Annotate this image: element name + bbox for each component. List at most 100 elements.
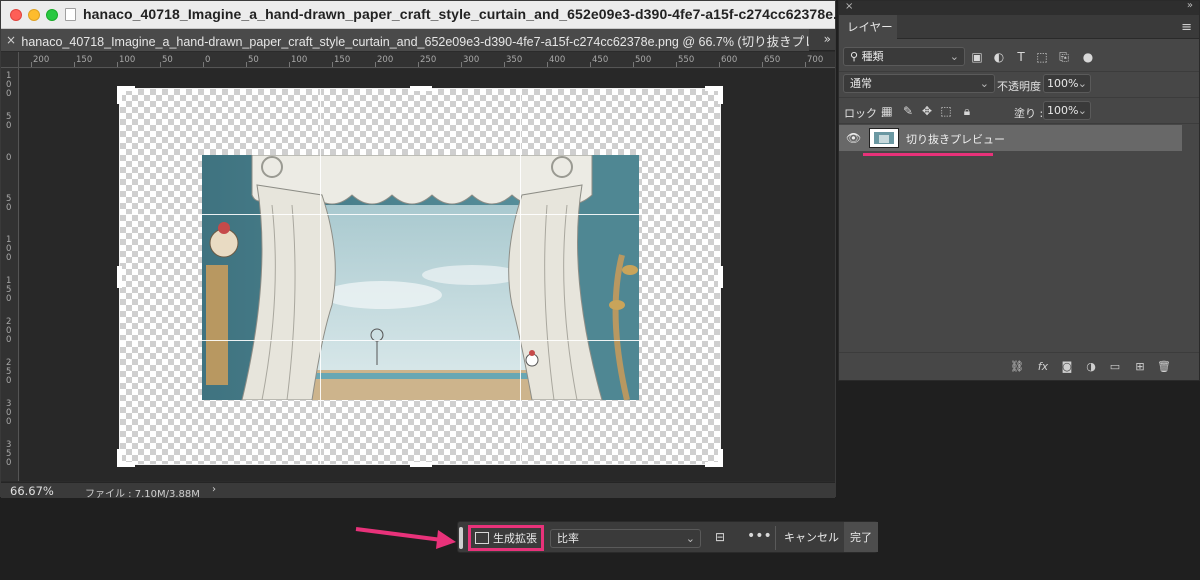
ruler-tick <box>160 62 161 67</box>
tab-close-icon[interactable]: × <box>6 33 21 47</box>
mask-icon[interactable]: ◙ <box>1060 360 1074 374</box>
ruler-origin[interactable] <box>1 52 19 68</box>
panel-collapse-icon[interactable]: » <box>1187 0 1193 11</box>
crop-handle-bottom[interactable] <box>410 462 432 467</box>
lock-all-icon[interactable]: 🔒︎ <box>960 104 974 118</box>
paper-stage-illustration <box>202 155 639 400</box>
crop-handle-bottom-right[interactable] <box>718 449 723 467</box>
smart-object-filter-icon[interactable]: ⎘ <box>1057 50 1071 64</box>
ruler-tick-label: 50 <box>162 55 173 65</box>
opacity-input[interactable]: 100% ⌄ <box>1043 74 1091 93</box>
minimize-window-icon[interactable] <box>28 9 40 21</box>
ruler-tick <box>117 62 118 67</box>
filter-toggle-icon[interactable]: ● <box>1081 50 1095 64</box>
crop-handle-right[interactable] <box>718 266 723 288</box>
title-bar[interactable]: hanaco_40718_Imagine_a_hand-drawn_paper_… <box>1 1 924 29</box>
crop-handle-top[interactable] <box>410 86 432 91</box>
zoom-level[interactable]: 66.67% <box>10 484 54 498</box>
ruler-tick-label: 100 <box>291 55 308 65</box>
layer-row[interactable]: 👁︎ 切り抜きプレビュー <box>839 125 1182 151</box>
document-tab[interactable]: × hanaco_40718_Imagine_a_hand-drawn_pape… <box>1 29 809 51</box>
lock-row: ロック : ▦ ✎ ✥ ⬚ 🔒︎ 塗り : 100% ⌄ <box>839 97 1199 123</box>
layer-kind-filter[interactable]: ⚲ 種類 ⌄ <box>843 47 965 66</box>
generative-expand-button[interactable]: 生成拡張 <box>468 525 544 551</box>
shape-filter-icon[interactable]: ⬚ <box>1035 50 1049 64</box>
ruler-tick-label: 550 <box>678 55 695 65</box>
new-layer-icon[interactable]: ⊞ <box>1133 360 1147 374</box>
chevron-down-icon: ⌄ <box>979 77 989 90</box>
ruler-tick <box>504 62 505 67</box>
ruler-tick-label: 100 <box>119 55 136 65</box>
lock-transparent-icon[interactable]: ▦ <box>880 104 894 118</box>
canvas-area[interactable] <box>20 69 835 481</box>
crop-frame[interactable] <box>117 86 723 467</box>
tab-label: hanaco_40718_Imagine_a_hand-drawn_paper_… <box>21 34 809 49</box>
eye-icon[interactable]: 👁︎ <box>846 131 861 145</box>
done-button[interactable]: 完了 <box>844 522 878 552</box>
close-window-icon[interactable] <box>10 9 22 21</box>
adjustment-filter-icon[interactable]: ◐ <box>992 50 1006 64</box>
chevron-down-icon[interactable]: ⌄ <box>1078 75 1087 92</box>
search-icon: ⚲ <box>850 50 862 63</box>
layer-list: 👁︎ 切り抜きプレビュー <box>839 123 1199 353</box>
fill-input[interactable]: 100% ⌄ <box>1043 101 1091 120</box>
status-bar: 66.67% ファイル : 7.10M/3.88M › <box>1 482 835 500</box>
ruler-tick <box>74 62 75 67</box>
layer-filter-row: ⚲ 種類 ⌄ ▣ ◐ T ⬚ ⎘ ● <box>839 41 1199 71</box>
panel-header[interactable]: × » <box>839 0 1199 15</box>
drag-handle[interactable] <box>459 527 463 549</box>
ruler-tick-label: 450 <box>592 55 609 65</box>
tab-layers[interactable]: レイヤー <box>839 15 897 39</box>
crop-handle-top-left[interactable] <box>117 86 122 104</box>
ruler-tick <box>246 62 247 67</box>
lock-artboard-icon[interactable]: ⬚ <box>939 104 953 118</box>
fill-label: 塗り : <box>1014 107 1044 120</box>
ruler-tick-label: 250 <box>6 358 12 386</box>
zoom-window-icon[interactable] <box>46 9 58 21</box>
ruler-tick-label: 50 <box>248 55 259 65</box>
ruler-tick-label: 650 <box>764 55 781 65</box>
panel-close-icon[interactable]: × <box>845 1 853 12</box>
lock-paint-icon[interactable]: ✎ <box>901 104 915 118</box>
ruler-tick-label: 150 <box>6 276 12 304</box>
ruler-tick-label: 300 <box>463 55 480 65</box>
annotation-arrow <box>355 527 456 549</box>
lock-move-icon[interactable]: ✥ <box>920 104 934 118</box>
ratio-select[interactable]: 比率 ⌄ <box>550 529 701 548</box>
ruler-tick-label: 100 <box>6 235 12 263</box>
crop-grid-line <box>120 340 720 341</box>
ruler-tick-label: 350 <box>506 55 523 65</box>
more-options-icon[interactable]: ••• <box>747 528 772 544</box>
adjustment-layer-icon[interactable]: ◑ <box>1084 360 1098 374</box>
panel-menu-icon[interactable]: ≡ <box>1181 20 1192 35</box>
trash-icon[interactable]: 🗑︎ <box>1157 360 1171 374</box>
ruler-tick-label: 250 <box>420 55 437 65</box>
document-icon <box>65 8 76 21</box>
status-menu-icon[interactable]: › <box>212 484 216 495</box>
ruler-tick-label: 50 <box>6 112 12 131</box>
vertical-ruler[interactable]: 100 50 0 50 100 150 200 250 300 350 <box>1 68 19 481</box>
group-icon[interactable]: ▭ <box>1108 360 1122 374</box>
chevron-down-icon: ⌄ <box>949 50 959 63</box>
image-filter-icon[interactable]: ▣ <box>970 50 984 64</box>
straighten-icon[interactable]: ⊟ <box>712 530 728 544</box>
crop-handle-bottom-left[interactable] <box>117 449 122 467</box>
chevron-down-icon[interactable]: ⌄ <box>1078 102 1087 119</box>
cancel-button[interactable]: キャンセル <box>781 522 842 552</box>
ruler-tick-label: 700 <box>807 55 824 65</box>
document-window: hanaco_40718_Imagine_a_hand-drawn_paper_… <box>0 0 924 500</box>
highlight-underline <box>863 153 993 156</box>
ruler-tick-label: 50 <box>6 194 12 213</box>
ruler-tick <box>332 62 333 67</box>
opacity-value: 100% <box>1047 77 1079 90</box>
ruler-tick-label: 200 <box>377 55 394 65</box>
blend-mode-select[interactable]: 通常 ⌄ <box>843 74 995 93</box>
link-icon[interactable]: ⛓ <box>1010 360 1024 374</box>
horizontal-ruler[interactable]: 200 150 100 50 0 50 100 150 200 250 300 350 400 450 50… <box>19 52 835 68</box>
crop-handle-top-right[interactable] <box>718 86 723 104</box>
type-filter-icon[interactable]: T <box>1014 50 1028 64</box>
tab-overflow-icon[interactable]: » <box>824 32 831 46</box>
crop-handle-left[interactable] <box>117 266 122 288</box>
ruler-tick-label: 150 <box>76 55 93 65</box>
fx-icon[interactable]: fx <box>1036 360 1050 374</box>
